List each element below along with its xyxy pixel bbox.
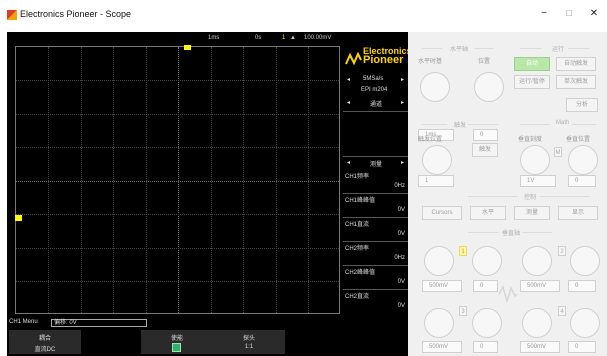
window-title: Electronics Pioneer - Scope	[20, 9, 132, 19]
minimize-button[interactable]: −	[538, 8, 550, 20]
measurement-item: CH1直流 0V	[345, 222, 405, 237]
brand-logo: Electronics Pioneer	[343, 44, 412, 72]
position-label: 位置	[478, 59, 491, 65]
horizontal-section-title: 水平轴	[450, 47, 469, 53]
measurement-item: CH2频率 0Hz	[345, 246, 405, 261]
ch2-scale-spinner[interactable]: 500mV	[520, 280, 560, 292]
horizontal-scale-label: 水平时基	[418, 59, 443, 65]
measurement-item: CH1频率 0Hz	[345, 174, 405, 189]
vertical-section-title: 垂直轴	[502, 231, 521, 237]
ch1-scale-spinner[interactable]: 500mV	[422, 280, 462, 292]
position-knob[interactable]	[474, 72, 504, 102]
delay-readout: 0s	[255, 35, 262, 41]
ch1-position-spinner[interactable]: 0	[473, 280, 498, 292]
ch3-position-knob[interactable]	[472, 308, 502, 338]
rate-next-icon[interactable]: ▸	[401, 76, 404, 83]
math-scale-knob[interactable]	[520, 145, 550, 175]
vertical-scale-label: 垂直刻度	[518, 137, 543, 143]
ch2-badge[interactable]: 2	[558, 246, 566, 256]
section1-next-icon[interactable]: ▸	[401, 99, 404, 106]
ch1-position-knob[interactable]	[472, 246, 502, 276]
maximize-button[interactable]: □	[563, 8, 575, 20]
measurement-item: CH1峰峰值 0V	[345, 198, 405, 213]
app-icon	[7, 10, 17, 20]
control-panel: 水平轴 水平时基 位置 1ms 0 运行 自动 自动触发 运行/暂停 单次触发 …	[408, 32, 607, 356]
channel-menu-label: CH1 Menu	[9, 319, 38, 325]
ch4-position-spinner[interactable]: 0	[568, 341, 596, 353]
ch2-position-spinner[interactable]: 0	[568, 280, 596, 292]
ch4-scale-spinner[interactable]: 500mV	[520, 341, 560, 353]
control-section-title: 控制	[524, 195, 537, 201]
info-panel: Electronics Pioneer ◂ 5MSa/s ▸ EPI m204 ◂…	[343, 32, 412, 318]
enable-indicator-icon	[172, 343, 181, 352]
ch3-position-spinner[interactable]: 0	[473, 341, 498, 353]
ch2-position-knob[interactable]	[570, 246, 600, 276]
sample-rate: 5MSa/s	[363, 76, 384, 82]
run-section-title: 运行	[552, 47, 565, 53]
scope-display[interactable]: 1ms 0s 1 ▲ 100.00mV	[7, 32, 343, 318]
horizontal-button[interactable]: 水平	[470, 206, 506, 220]
ch2-scale-knob[interactable]	[522, 246, 552, 276]
math-m-badge[interactable]: M	[554, 147, 562, 157]
trigger-section-title: 触发	[454, 123, 467, 129]
softkey-bar: 耦合 直流DC 使能 探头 1:1	[7, 328, 408, 356]
status-bar: CH1 Menu 偏移: 0V	[7, 318, 408, 328]
brand-bottom: Pioneer	[363, 54, 404, 66]
math-section-title: Math	[556, 120, 570, 126]
ch4-scale-knob[interactable]	[522, 308, 552, 338]
trigger-edge-icon: ▲	[290, 35, 296, 41]
measurement-item: CH2直流 0V	[345, 294, 405, 309]
close-button[interactable]: ✕	[588, 8, 600, 20]
auto-trigger-button[interactable]: 自动触发	[556, 57, 596, 71]
logo-wave-icon	[345, 52, 362, 66]
time-div-readout: 1ms	[208, 35, 220, 41]
cursors-button[interactable]: Cursors	[422, 206, 462, 220]
waveform-divider-icon	[498, 285, 518, 304]
ch1-scale-knob[interactable]	[424, 246, 454, 276]
scope-header: 1ms 0s 1 ▲ 100.00mV	[7, 32, 343, 45]
section2-prev-icon[interactable]: ◂	[347, 159, 350, 166]
section2-next-icon[interactable]: ▸	[401, 159, 404, 166]
ch4-position-knob[interactable]	[570, 308, 600, 338]
trigger-channel: 1	[282, 35, 286, 41]
ch3-scale-spinner[interactable]: 500mV	[422, 341, 462, 353]
title-bar: Electronics Pioneer - Scope − □ ✕	[0, 0, 607, 32]
run-stop-button[interactable]: 运行/暂停	[514, 75, 550, 89]
offset-readout: 偏移: 0V	[51, 319, 147, 327]
math-position-spinner[interactable]: 0	[568, 175, 596, 187]
trigger-level-readout: 100.00mV	[304, 35, 332, 41]
scope-grid	[15, 46, 340, 314]
rate-prev-icon[interactable]: ◂	[347, 76, 350, 83]
trigger-button[interactable]: 触发	[472, 143, 498, 157]
math-scale-spinner[interactable]: 1V	[520, 175, 556, 187]
math-position-knob[interactable]	[568, 145, 598, 175]
display-button[interactable]: 显示	[558, 206, 598, 220]
section1-prev-icon[interactable]: ◂	[347, 99, 350, 106]
section2-title: 测量	[370, 162, 383, 168]
analysis-button[interactable]: 分析	[566, 98, 598, 112]
trigger-position-label: 触发位置	[418, 137, 443, 143]
enable-softkey[interactable]: 使能	[141, 330, 213, 354]
position-spinner[interactable]: 0	[473, 129, 498, 141]
trigger-position-marker[interactable]	[184, 45, 191, 50]
ch1-offset-marker[interactable]	[15, 215, 22, 221]
vertical-position-label: 垂直位置	[566, 137, 591, 143]
ch3-scale-knob[interactable]	[424, 308, 454, 338]
ch4-badge[interactable]: 4	[558, 306, 566, 316]
trigger-position-knob[interactable]	[422, 145, 452, 175]
trigger-position-spinner[interactable]: 1	[418, 175, 454, 187]
horizontal-scale-knob[interactable]	[420, 72, 450, 102]
section1-title: 通道	[370, 102, 383, 108]
measurement-item: CH2峰峰值 0V	[345, 270, 405, 285]
coupling-softkey[interactable]: 耦合 直流DC	[9, 330, 81, 354]
ch3-badge[interactable]: 3	[459, 306, 467, 316]
ch1-badge[interactable]: 1	[459, 246, 467, 256]
probe-softkey[interactable]: 探头 1:1	[213, 330, 285, 354]
auto-button[interactable]: 自动	[514, 57, 550, 71]
single-trigger-button[interactable]: 单次触发	[556, 75, 596, 89]
measure-button[interactable]: 测量	[514, 206, 550, 220]
device-model: EPI m204	[361, 87, 388, 93]
